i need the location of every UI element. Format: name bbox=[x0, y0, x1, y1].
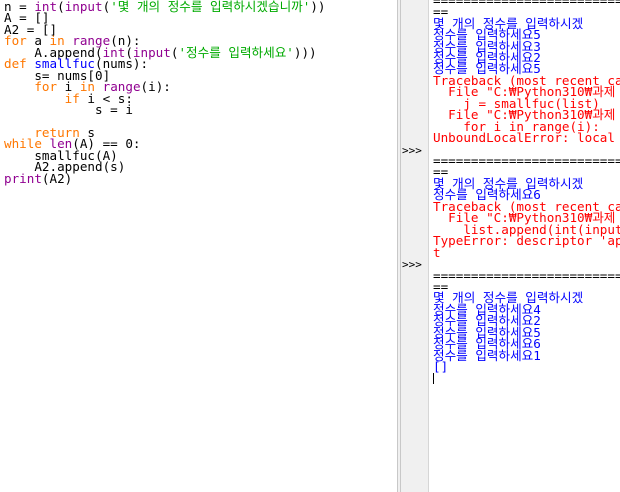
code-token: s = i bbox=[4, 102, 133, 118]
shell-line: UnboundLocalError: local bbox=[433, 130, 620, 146]
shell-prompt: >>> bbox=[402, 258, 422, 272]
code-token: input bbox=[64, 0, 103, 14]
code-token: ( bbox=[57, 0, 65, 14]
shell-prompt-gutter: >>> >>> bbox=[401, 0, 429, 492]
code-token: (i): bbox=[140, 79, 171, 95]
code-token: ))) bbox=[293, 44, 317, 60]
shell-line: ===================================== bbox=[433, 267, 620, 283]
code-line[interactable]: n = int(input('몇 개의 정수를 입력하시겠습니까')) bbox=[4, 0, 326, 14]
shell-prompt: >>> bbox=[402, 143, 422, 157]
code-editor[interactable]: n = int(input('몇 개의 정수를 입력하시겠습니까')) A = [… bbox=[0, 0, 397, 492]
code-token: (A2) bbox=[41, 170, 73, 186]
code-token: '몇 개의 정수를 입력하시겠습니까' bbox=[110, 0, 311, 14]
shell-line: ===================================== bbox=[433, 0, 620, 8]
code-token: '정수를 입력하세요' bbox=[178, 44, 294, 60]
code-line[interactable]: s = i bbox=[4, 102, 133, 118]
shell-line: TypeError: descriptor 'ap bbox=[433, 233, 620, 249]
python-shell[interactable]: >>> >>> =================================… bbox=[401, 0, 620, 492]
shell-line: [] bbox=[433, 359, 449, 375]
code-token: print bbox=[4, 170, 42, 186]
shell-line: 정수를 입력하세요1 bbox=[433, 347, 541, 363]
code-line[interactable]: print(A2) bbox=[4, 170, 73, 186]
shell-line: ===================================== bbox=[433, 153, 620, 168]
shell-line: t bbox=[433, 244, 441, 260]
code-token: )) bbox=[310, 0, 326, 14]
text-cursor bbox=[433, 372, 434, 384]
